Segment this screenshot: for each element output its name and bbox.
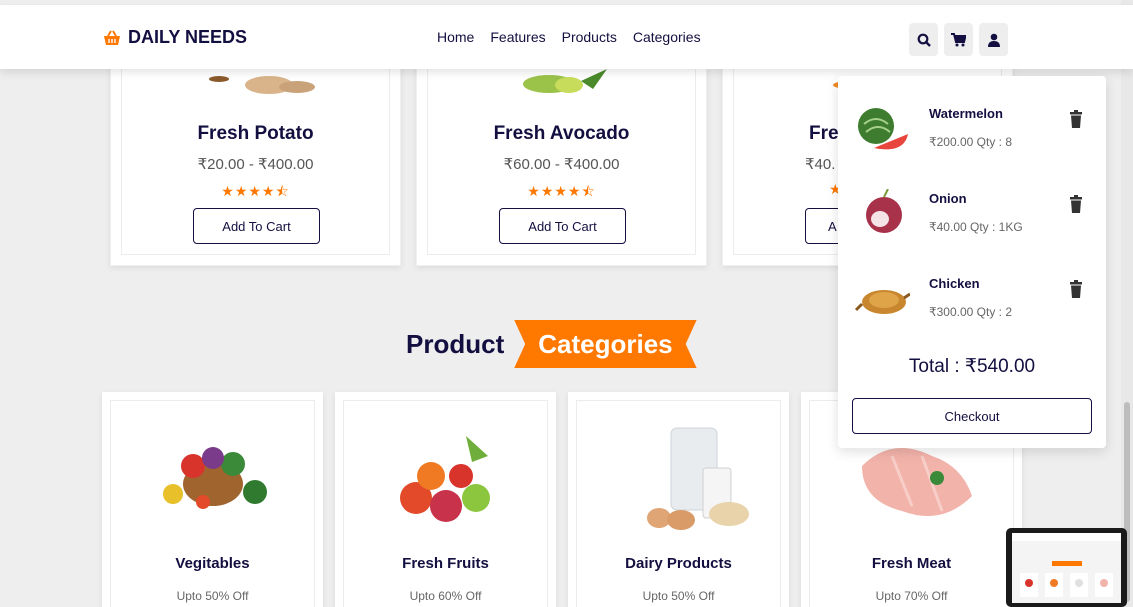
category-offer: Upto 70% Off — [875, 589, 948, 603]
nav-products[interactable]: Products — [562, 29, 617, 45]
onion-image — [866, 189, 902, 233]
category-offer: Upto 50% Off — [176, 589, 249, 603]
search-icon — [917, 33, 931, 47]
cart-item-name: Chicken — [929, 276, 980, 291]
category-name: Vegitables — [175, 555, 250, 572]
scrollbar[interactable] — [1121, 0, 1133, 607]
add-to-cart-button[interactable]: Add To Cart — [499, 208, 626, 244]
product-price: ₹20.00 - ₹400.00 — [197, 156, 314, 173]
nav-features[interactable]: Features — [490, 29, 545, 45]
category-offer: Upto 60% Off — [409, 589, 482, 603]
checkout-button[interactable]: Checkout — [852, 398, 1092, 434]
rating-stars: ★★★★⯪ — [221, 183, 290, 199]
cart-button[interactable] — [944, 23, 973, 56]
screen-preview-thumbnail — [1006, 528, 1127, 607]
category-card[interactable]: Vegitables Upto 50% Off — [102, 392, 323, 607]
header: DAILY NEEDS Home Features Products Categ… — [0, 5, 1133, 69]
header-icons — [909, 23, 1008, 56]
product-name: Fresh Avocado — [493, 123, 630, 144]
fruits-image — [335, 426, 556, 526]
logo[interactable]: DAILY NEEDS — [102, 27, 247, 48]
trash-icon[interactable] — [1069, 110, 1083, 128]
basket-icon — [104, 29, 120, 45]
cart-item: Onion ₹40.00 Qty : 1KG — [838, 185, 1106, 245]
category-card[interactable]: Dairy Products Upto 50% Off — [568, 392, 789, 607]
category-offer: Upto 50% Off — [642, 589, 715, 603]
category-name: Fresh Meat — [871, 555, 952, 572]
cart-item-meta: ₹200.00 Qty : 8 — [929, 135, 1013, 149]
cart-total: Total : ₹540.00 — [908, 356, 1036, 377]
cart-item-meta: ₹40.00 Qty : 1KG — [929, 220, 1023, 234]
heading-highlight: Categories — [514, 320, 697, 368]
cart-item-name: Watermelon — [929, 106, 1003, 121]
rating-stars: ★★★★⯪ — [527, 183, 596, 199]
main-nav: Home Features Products Categories — [437, 29, 701, 45]
preview-screen — [1012, 533, 1121, 603]
nav-home[interactable]: Home — [437, 29, 474, 45]
product-card: Fresh Potato ₹20.00 - ₹400.00 ★★★★⯪ Add … — [110, 40, 401, 266]
cart-item-meta: ₹300.00 Qty : 2 — [929, 305, 1013, 319]
user-button[interactable] — [979, 23, 1008, 56]
watermelon-image — [858, 108, 908, 150]
dairy-image — [568, 426, 789, 530]
product-card: Fresh Avocado ₹60.00 - ₹400.00 ★★★★⯪ Add… — [416, 40, 707, 266]
category-name: Dairy Products — [625, 555, 732, 572]
cart-icon — [951, 32, 966, 46]
product-price: ₹60.00 - ₹400.00 — [503, 156, 620, 173]
chicken-image — [854, 290, 910, 314]
cart-item: Chicken ₹300.00 Qty : 2 — [838, 270, 1106, 330]
search-button[interactable] — [909, 23, 938, 56]
trash-icon[interactable] — [1069, 195, 1083, 213]
cart-item: Watermelon ₹200.00 Qty : 8 — [838, 100, 1106, 160]
logo-text: DAILY NEEDS — [128, 27, 248, 47]
section-heading: Product Categories — [406, 320, 697, 368]
category-name: Fresh Fruits — [402, 555, 489, 572]
vegetables-image — [102, 426, 323, 526]
heading-text: Product — [406, 328, 505, 359]
cart-item-name: Onion — [929, 191, 967, 206]
cart-dropdown: Watermelon ₹200.00 Qty : 8 Onion ₹40.00 … — [838, 76, 1106, 448]
category-card[interactable]: Fresh Fruits Upto 60% Off — [335, 392, 556, 607]
nav-categories[interactable]: Categories — [633, 29, 701, 45]
trash-icon[interactable] — [1069, 280, 1083, 298]
add-to-cart-button[interactable]: Add To Cart — [193, 208, 320, 244]
user-icon — [987, 33, 1000, 47]
product-name: Fresh Potato — [197, 123, 314, 144]
